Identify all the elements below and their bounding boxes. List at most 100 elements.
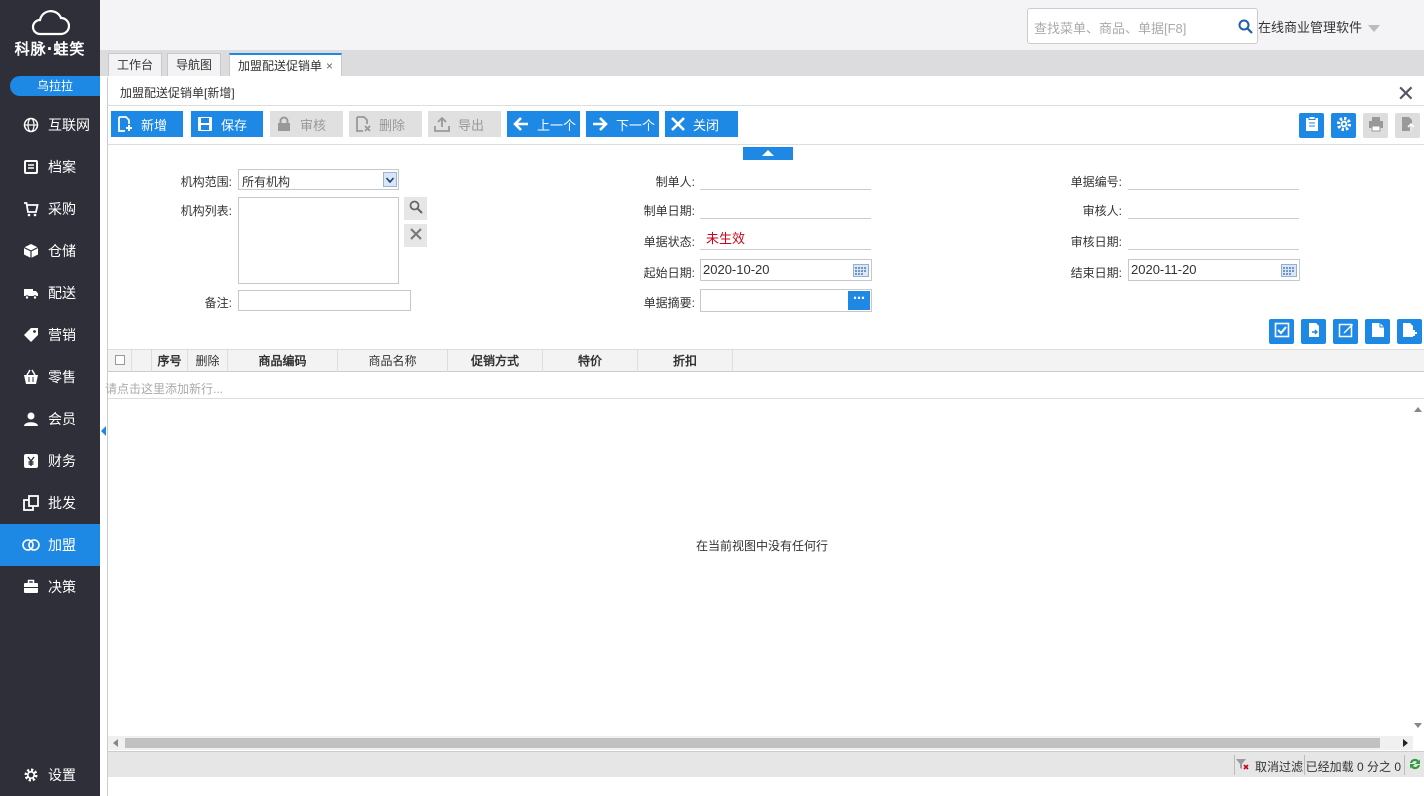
calendar-icon[interactable] [1281,263,1297,283]
org-clear-button[interactable] [404,224,427,247]
logo: 科脉·蛙笑 [0,10,100,59]
box-icon [22,242,40,260]
column-header-index[interactable]: 序号 [152,350,188,372]
search-icon[interactable] [1238,19,1253,37]
sidebar-item-label: 采购 [48,201,76,217]
indicator-column [132,350,152,372]
select-all-button[interactable] [1269,319,1294,344]
export-button[interactable]: 导出 [428,111,501,137]
sidebar-collapse-handle[interactable] [101,426,106,436]
upload-icon [434,116,450,132]
export-file-button[interactable] [1395,113,1420,138]
sidebar: 科脉·蛙笑 乌拉拉 互联网 档案 采购 仓储 配送 营销 零售 会员 财务 批发… [0,0,100,796]
tab-workbench[interactable]: 工作台 [108,53,163,76]
sidebar-item-label: 批发 [48,495,76,511]
column-header-name[interactable]: 商品名称 [338,350,448,372]
remark-input[interactable] [238,290,411,311]
org-scope-value: 所有机构 [242,175,291,189]
horizontal-scrollbar[interactable] [108,736,1413,750]
clear-filter-icon[interactable] [1235,757,1249,774]
scroll-down-icon[interactable] [1414,723,1422,728]
sidebar-item-retail[interactable]: 零售 [0,356,100,398]
calendar-icon[interactable] [853,263,869,283]
sidebar-item-purchase[interactable]: 采购 [0,188,100,230]
start-date-input[interactable]: 2020-10-20 [700,259,872,281]
collapse-form-toggle[interactable] [743,147,793,160]
column-header-special-price[interactable]: 特价 [543,350,638,372]
edit-button[interactable] [1333,319,1358,344]
org-list-box[interactable] [238,197,399,284]
make-date-label: 制单日期: [643,204,695,218]
add-row-button[interactable] [1397,319,1422,344]
audit-button[interactable]: 审核 [270,111,343,137]
more-button[interactable]: ⋯ [848,291,870,310]
select-column[interactable] [108,350,132,372]
scroll-left-icon[interactable] [113,739,118,747]
tab-franchise-promo[interactable]: 加盟配送促销单 × [229,53,343,76]
new-button[interactable]: 新增 [111,111,183,137]
user-pill[interactable]: 乌拉拉 [10,76,100,96]
refresh-icon[interactable] [1408,757,1422,774]
cart-icon [22,200,40,218]
start-date-value: 2020-10-20 [703,262,770,277]
tab-navigation[interactable]: 导航图 [167,53,222,76]
summary-input[interactable]: ⋯ [700,289,872,312]
sidebar-item-decision[interactable]: 决策 [0,566,100,608]
column-header-code[interactable]: 商品编码 [228,350,338,372]
column-header-promo-type[interactable]: 促销方式 [448,350,543,372]
end-date-input[interactable]: 2020-11-20 [1128,259,1300,281]
settings-button[interactable] [1331,113,1356,138]
column-header-delete[interactable]: 删除 [188,350,228,372]
user-icon [22,410,40,428]
add-row-line[interactable]: 请点击这里添加新行... [105,375,1424,399]
close-button-label: 关闭 [693,117,720,133]
sidebar-item-label: 仓储 [48,243,76,259]
clipboard-button[interactable] [1299,113,1324,138]
delete-button[interactable]: 删除 [349,111,422,137]
tab-label: 工作台 [117,58,154,72]
empty-message: 在当前视图中没有任何行 [696,539,829,553]
close-button[interactable]: 关闭 [665,111,738,137]
scroll-right-icon[interactable] [1403,739,1408,747]
basket-icon [22,368,40,386]
status-bar: 取消过滤 已经加载 0 分之 0 [108,751,1424,777]
next-button[interactable]: 下一个 [586,111,659,137]
file-export-icon [1400,116,1416,135]
org-search-button[interactable] [404,197,427,220]
column-header-discount[interactable]: 折扣 [638,350,733,372]
chevron-down-icon [383,172,397,187]
sidebar-item-marketing[interactable]: 营销 [0,314,100,356]
sidebar-item-delivery[interactable]: 配送 [0,272,100,314]
logo-text: 科脉·蛙笑 [14,40,86,58]
import-button[interactable] [1301,319,1326,344]
print-button[interactable] [1363,113,1388,138]
close-tab-icon[interactable]: × [326,59,333,73]
org-scope-select[interactable]: 所有机构 [238,169,399,190]
gear-icon [22,766,40,784]
blank-doc-button[interactable] [1365,319,1390,344]
checkbox[interactable] [114,355,125,365]
sidebar-item-warehouse[interactable]: 仓储 [0,230,100,272]
sidebar-item-archive[interactable]: 档案 [0,146,100,188]
save-button[interactable]: 保存 [191,111,263,137]
prev-button[interactable]: 上一个 [507,111,580,137]
sidebar-item-finance[interactable]: 财务 [0,440,100,482]
clear-filter-button[interactable]: 取消过滤 [1255,758,1303,775]
search-placeholder: 查找菜单、商品、单据[F8] [1034,21,1187,36]
search-input[interactable]: 查找菜单、商品、单据[F8] [1027,8,1258,44]
add-doc-icon [117,116,133,132]
scrollbar-thumb[interactable] [125,738,1380,748]
sidebar-item-label: 配送 [48,285,76,301]
sidebar-item-member[interactable]: 会员 [0,398,100,440]
sidebar-item-franchise[interactable]: 加盟 [0,524,100,566]
sidebar-item-internet[interactable]: 互联网 [0,104,100,146]
sidebar-item-settings[interactable]: 设置 [0,754,100,796]
vertical-scrollbar[interactable] [1412,405,1424,730]
close-icon[interactable]: ✕ [1397,81,1415,107]
briefcase-icon [22,578,40,596]
scroll-up-icon[interactable] [1414,407,1422,412]
system-switcher[interactable]: 在线商业管理软件 [1258,17,1381,36]
sidebar-item-label: 会员 [48,411,76,427]
sidebar-item-wholesale[interactable]: 批发 [0,482,100,524]
yen-icon [22,452,40,470]
